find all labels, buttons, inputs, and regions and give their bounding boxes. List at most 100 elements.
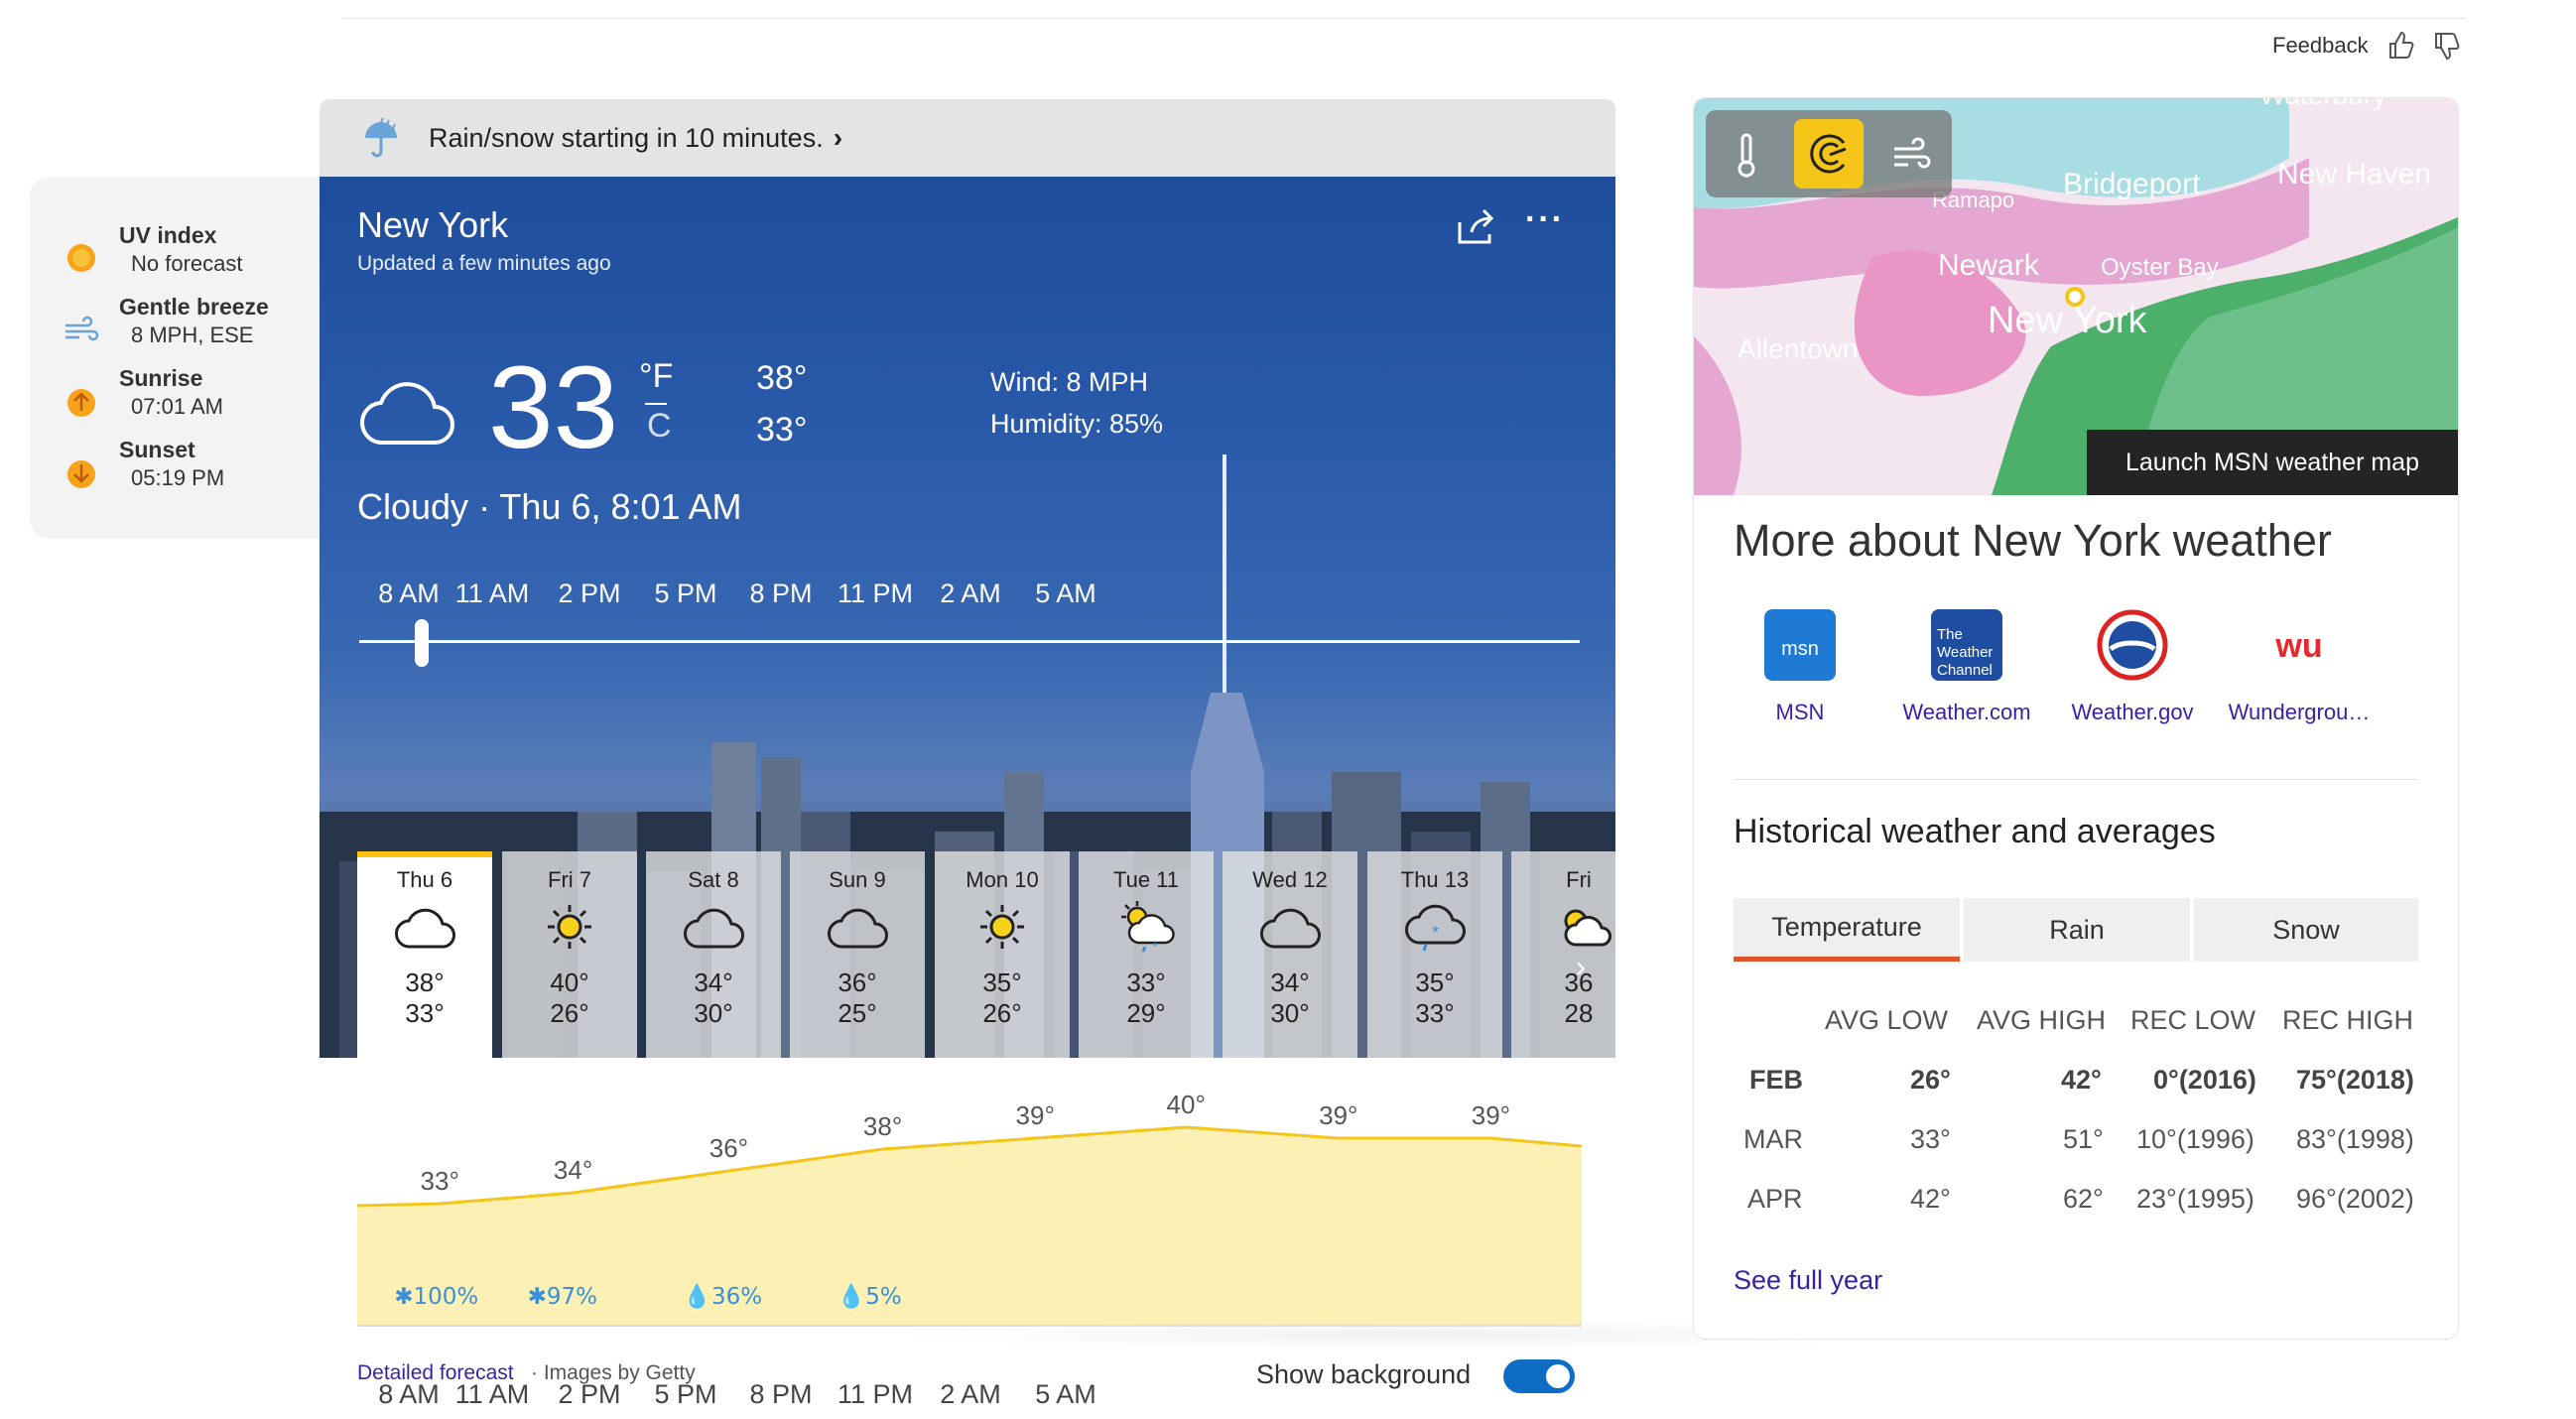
precip-alert-bar[interactable]: Rain/snow starting in 10 minutes. › bbox=[320, 99, 1615, 177]
day-low: 29° bbox=[1126, 998, 1166, 1028]
sunrise-item: Sunrise 07:01 AM bbox=[62, 363, 223, 421]
day-name: Tue 11 bbox=[1112, 867, 1180, 892]
rec-high-cell: 96°(2002) bbox=[2296, 1184, 2414, 1214]
day-card[interactable]: Mon 10 35° 26° bbox=[935, 851, 1070, 1058]
precip-label: ✱97% bbox=[528, 1284, 597, 1310]
avg-high-cell: 62° bbox=[2063, 1184, 2104, 1214]
avg-high-cell: 51° bbox=[2063, 1124, 2104, 1154]
cloud-icon bbox=[359, 382, 454, 446]
feedback-label[interactable]: Feedback bbox=[2272, 33, 2369, 59]
day-card[interactable]: Sat 8 34° 30° bbox=[646, 851, 781, 1058]
tab-snow[interactable]: Snow bbox=[2194, 898, 2418, 962]
svg-text:*: * bbox=[1153, 940, 1158, 954]
show-background-label: Show background bbox=[1256, 1359, 1472, 1389]
feedback-bar: Feedback bbox=[2272, 30, 2460, 62]
sunset-item: Sunset 05:19 PM bbox=[62, 435, 224, 492]
alert-text: Rain/snow starting in 10 minutes. bbox=[429, 122, 824, 153]
day-high: 36 bbox=[1564, 968, 1594, 997]
sunrise-title: Sunrise bbox=[119, 365, 203, 391]
wind-value: 8 MPH, ESE bbox=[131, 322, 254, 347]
wind-icon bbox=[65, 316, 99, 341]
unit-celsius[interactable]: C bbox=[647, 407, 672, 446]
cloud-snow-icon: * bbox=[1405, 904, 1466, 952]
uv-sun-icon bbox=[67, 244, 95, 272]
temperature-layer-button[interactable] bbox=[1712, 119, 1781, 189]
day-card[interactable]: Sun 9 36° 25° bbox=[790, 851, 925, 1058]
detailed-forecast-link[interactable]: Detailed forecast bbox=[357, 1361, 514, 1385]
unit-fahrenheit[interactable]: °F bbox=[639, 357, 673, 396]
wind-icon bbox=[1894, 137, 1931, 169]
launch-map-button[interactable]: Launch MSN weather map bbox=[2087, 430, 2458, 495]
hour-label: 11 PM bbox=[837, 579, 914, 608]
day-high: 35° bbox=[1415, 968, 1455, 997]
tab-rain[interactable]: Rain bbox=[1964, 898, 2190, 962]
condition-datetime: Cloudy · Thu 6, 8:01 AM bbox=[357, 486, 742, 527]
history-table: AVG LOW AVG HIGH REC LOW REC HIGH FEB 26… bbox=[1734, 995, 2418, 1233]
see-full-year-link[interactable]: See full year bbox=[1734, 1265, 1882, 1296]
day-card[interactable]: Thu 13 * 35° 33° bbox=[1367, 851, 1502, 1058]
source-label: MSN bbox=[1775, 700, 1825, 724]
msn-logo-icon: msn bbox=[1764, 609, 1836, 681]
map-layer-toolbar bbox=[1706, 110, 1952, 197]
table-header: AVG LOW AVG HIGH REC LOW REC HIGH bbox=[1734, 995, 2418, 1055]
source-wunderground[interactable]: wu Wundergrou… bbox=[2225, 609, 2374, 725]
sun-icon bbox=[980, 905, 1024, 949]
source-msn[interactable]: msn MSN bbox=[1726, 609, 1874, 725]
col-avg-low: AVG LOW bbox=[1825, 1005, 1949, 1035]
month-cell: FEB bbox=[1749, 1065, 1803, 1095]
temp-label: 39° bbox=[1016, 1100, 1055, 1130]
svg-text:The: The bbox=[1937, 626, 1963, 643]
avg-low-cell: 33° bbox=[1910, 1124, 1951, 1154]
avg-low-cell: 42° bbox=[1910, 1184, 1951, 1214]
radar-layer-button[interactable] bbox=[1794, 119, 1864, 189]
current-temp: 33 bbox=[488, 342, 619, 473]
svg-text:*: * bbox=[1432, 923, 1439, 943]
col-avg-high: AVG HIGH bbox=[1977, 1005, 2107, 1035]
day-card[interactable]: Wed 12 34° 30° bbox=[1223, 851, 1357, 1058]
sunset-value: 05:19 PM bbox=[131, 465, 225, 490]
nws-logo-icon bbox=[2097, 609, 2168, 681]
wind-layer-button[interactable] bbox=[1876, 119, 1946, 189]
table-row: APR 42° 62° 23°(1995) 96°(2002) bbox=[1734, 1174, 2418, 1233]
hourly-chart-svg: 33° 34° 36° 38° 39° 40° 39° 39° ✱100% ✱97% 💧36% 💧5… bbox=[357, 1090, 1582, 1327]
thumbs-down-icon[interactable] bbox=[2432, 30, 2460, 62]
day-card[interactable]: Fri 36 28 bbox=[1511, 851, 1615, 1058]
time-slider-track[interactable] bbox=[359, 640, 1580, 643]
show-background-toggle[interactable] bbox=[1503, 1359, 1575, 1393]
precip-label: 💧36% bbox=[683, 1283, 762, 1310]
tab-temperature[interactable]: Temperature bbox=[1734, 898, 1960, 962]
day-low: 25° bbox=[837, 998, 877, 1028]
chevron-right-icon[interactable]: › bbox=[1576, 951, 1586, 984]
wind-item: Gentle breeze 8 MPH, ESE bbox=[62, 292, 269, 349]
rec-low-cell: 10°(1996) bbox=[2136, 1124, 2254, 1154]
cloud-icon bbox=[684, 908, 744, 949]
day-card[interactable]: Tue 11 * 33° 29° bbox=[1079, 851, 1214, 1058]
weather-map[interactable]: Waterbury Bridgeport New Haven Ramapo Ne… bbox=[1694, 98, 2458, 495]
temp-label: 39° bbox=[1472, 1100, 1510, 1130]
day-card[interactable]: Thu 6 38° 33° bbox=[357, 851, 492, 1058]
cloud-icon bbox=[395, 908, 455, 949]
share-icon[interactable] bbox=[1456, 206, 1497, 246]
source-weather-com[interactable]: The Weather Channel Weather.com bbox=[1892, 609, 2041, 725]
toggle-knob bbox=[1546, 1364, 1570, 1388]
uv-index-item: UV index No forecast bbox=[62, 220, 243, 278]
rec-high-cell: 75°(2018) bbox=[2296, 1065, 2414, 1095]
table-row: FEB 26° 42° 0°(2016) 75°(2018) bbox=[1734, 1055, 2418, 1114]
map-place-newark: Newark bbox=[1938, 249, 2040, 282]
city-name: New York bbox=[357, 204, 509, 245]
top-divider bbox=[342, 18, 2466, 19]
more-options-icon[interactable]: ··· bbox=[1525, 200, 1565, 239]
day-high: 33° bbox=[1126, 968, 1166, 997]
day-card[interactable]: Fri 7 40° 26° bbox=[502, 851, 637, 1058]
map-place-allentown: Allentown bbox=[1738, 333, 1858, 364]
thumbs-up-icon[interactable] bbox=[2386, 30, 2414, 62]
today-low: 33° bbox=[756, 411, 808, 449]
source-weather-gov[interactable]: Weather.gov bbox=[2058, 609, 2207, 725]
day-high: 40° bbox=[550, 968, 589, 997]
wind-speed: Wind: 8 MPH bbox=[990, 367, 1149, 397]
time-slider-thumb[interactable] bbox=[415, 619, 429, 667]
col-rec-low: REC LOW bbox=[2130, 1005, 2256, 1035]
umbrella-rain-icon bbox=[365, 117, 397, 158]
more-weather-panel: Waterbury Bridgeport New Haven Ramapo Ne… bbox=[1693, 97, 2459, 1340]
hour-label: 2 PM bbox=[558, 579, 621, 608]
